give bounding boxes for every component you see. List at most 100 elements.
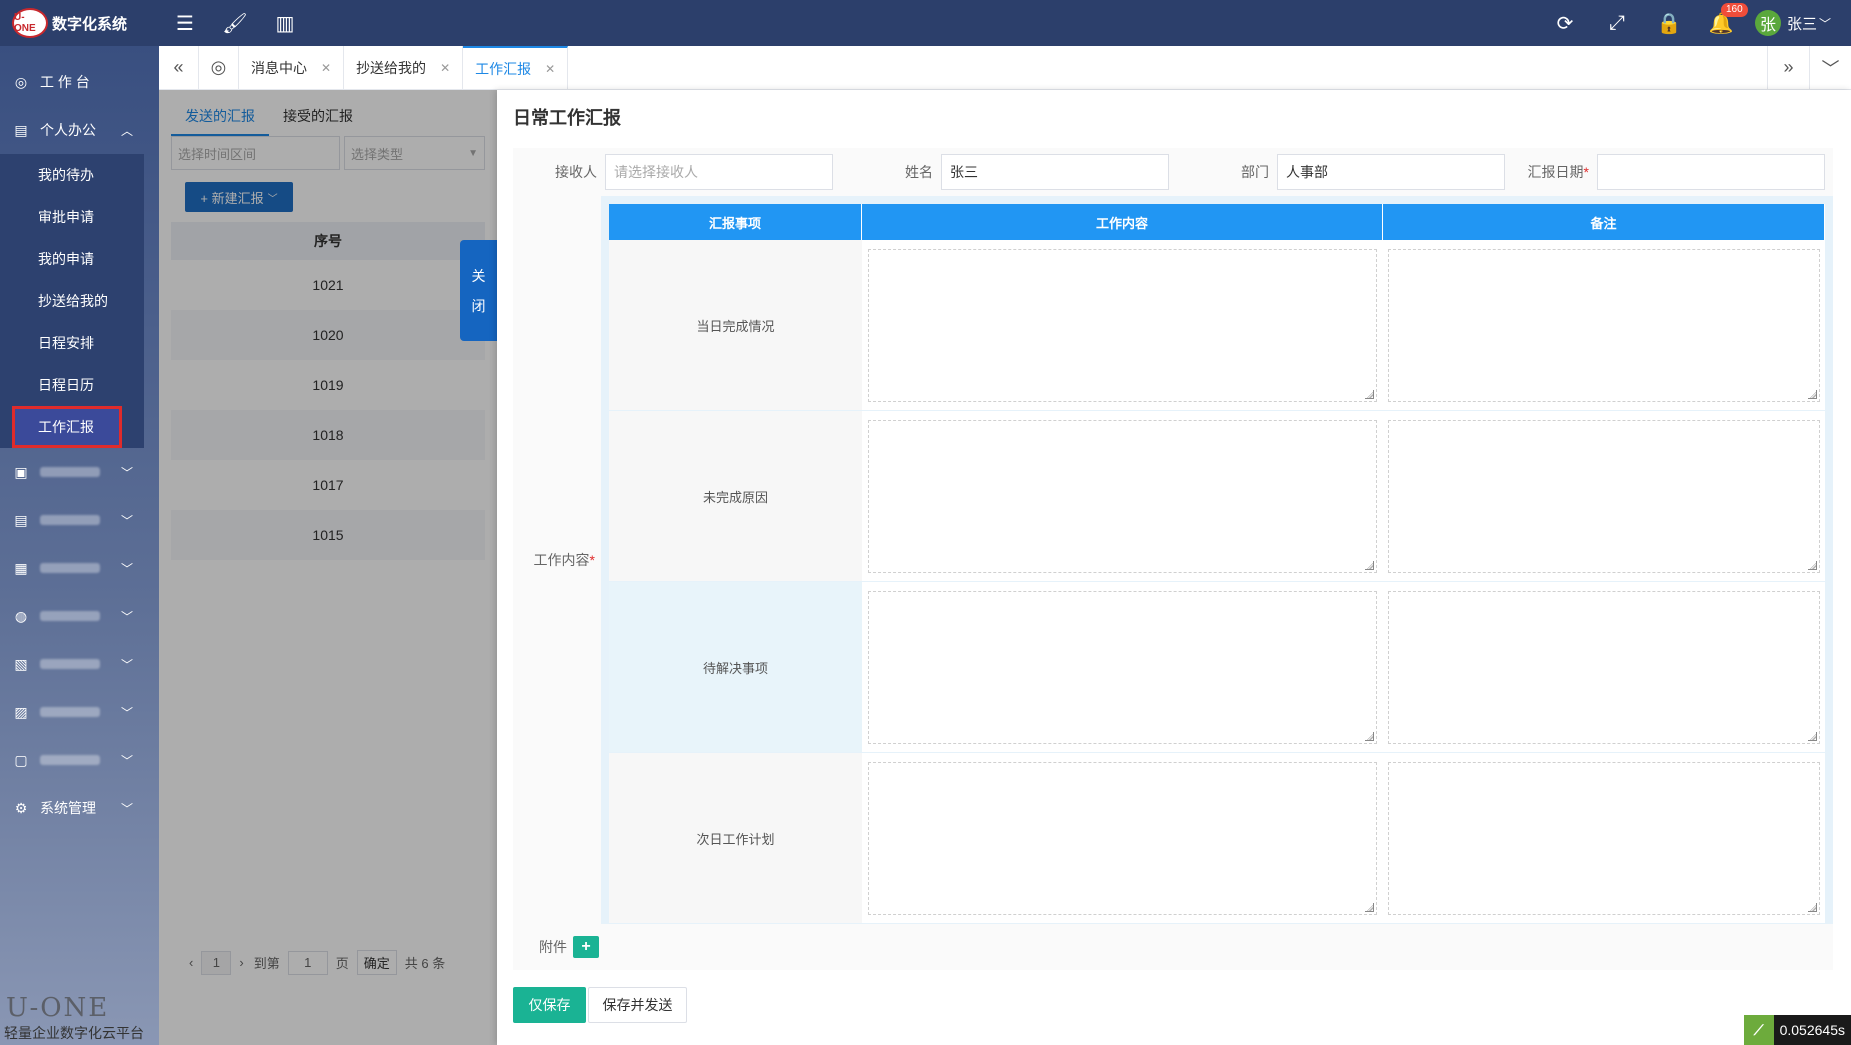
sidebar-footer: U-ONE 轻量企业数字化云平台	[0, 993, 159, 1045]
chevron-down-icon: ﹀	[1818, 16, 1831, 31]
close-icon[interactable]: ✕	[545, 62, 555, 76]
notification-badge: 160	[1720, 3, 1748, 17]
report-header-form: 接收人 请选择接收人 姓名 张三 部门 人事部 汇报日期*	[513, 148, 1833, 196]
user-menu[interactable]: 张 张三 ﹀	[1747, 10, 1851, 36]
report-drawer: 日常工作汇报 接收人 请选择接收人 姓名 张三 部门 人事部 汇报日期* 工作内…	[497, 90, 1851, 1045]
sidebar-item-personal-office[interactable]: ▤ 个人办公 ︿	[0, 106, 159, 154]
drawer-overlay[interactable]	[159, 90, 497, 1045]
dept-label: 部门	[1241, 164, 1269, 180]
chevron-down-icon: ﹀	[120, 657, 133, 672]
content-textarea[interactable]	[868, 590, 1377, 744]
dashboard-icon: ◎	[14, 73, 28, 90]
blurred-label	[40, 659, 100, 669]
layout-icon[interactable]: ▥	[260, 0, 310, 46]
remark-textarea[interactable]	[1388, 248, 1820, 402]
scroll-right-icon[interactable]: »	[1767, 46, 1809, 89]
database-icon: ◍	[14, 607, 28, 624]
row-label: 次日工作计划	[609, 753, 862, 923]
remark-textarea[interactable]	[1388, 419, 1820, 573]
sidebar-item-blurred-2[interactable]: ▤ ﹀	[0, 496, 159, 544]
receiver-label: 接收人	[555, 164, 597, 180]
chevron-down-icon: ﹀	[120, 513, 133, 528]
content-textarea[interactable]	[868, 248, 1377, 402]
column-header-remark: 备注	[1383, 204, 1825, 240]
sidebar-item-blurred-7[interactable]: ▢ ﹀	[0, 736, 159, 784]
chevron-down-icon: ﹀	[120, 753, 133, 768]
report-date-label: 汇报日期*	[1505, 162, 1597, 182]
sidebar-item-blurred-3[interactable]: ▦ ﹀	[0, 544, 159, 592]
top-bar: U-ONE 数字化系统 ☰ 🖌 ▥ ⟳ ⤢ 🔒 🔔 160 张 张三 ﹀	[0, 0, 1851, 46]
grid-row-next-day-plan: 次日工作计划	[609, 753, 1825, 924]
home-tab-icon[interactable]: ◎	[199, 46, 239, 89]
required-mark: *	[1583, 164, 1589, 180]
chevron-down-icon: ﹀	[120, 801, 133, 816]
bell-icon[interactable]: 🔔 160	[1695, 0, 1748, 46]
add-attachment-button[interactable]: +	[573, 936, 599, 958]
sidebar-item-approval-apply[interactable]: 审批申请	[0, 196, 144, 238]
calendar-icon: ▤	[14, 121, 28, 138]
close-drawer-button[interactable]: 关 闭	[460, 240, 497, 341]
sidebar-item-blurred-1[interactable]: ▣ ﹀	[0, 448, 159, 496]
brand[interactable]: U-ONE 数字化系统	[0, 0, 160, 46]
board-icon: ▢	[14, 751, 28, 768]
admin-icon: ▧	[14, 655, 28, 672]
remark-textarea[interactable]	[1388, 590, 1820, 744]
remark-textarea[interactable]	[1388, 761, 1820, 915]
tab-label: 消息中心	[251, 59, 307, 76]
column-header-content: 工作内容	[862, 204, 1383, 240]
row-label: 当日完成情况	[609, 240, 862, 410]
content-textarea[interactable]	[868, 761, 1377, 915]
save-only-button[interactable]: 仅保存	[513, 987, 586, 1023]
dept-input[interactable]: 人事部	[1277, 154, 1505, 190]
lock-icon[interactable]: 🔒	[1643, 0, 1695, 46]
sidebar-item-cc-to-me[interactable]: 抄送给我的	[0, 280, 144, 322]
close-char-1: 关	[471, 267, 486, 284]
sidebar-item-workbench[interactable]: ◎ 工 作 台	[0, 58, 159, 106]
tab-label: 抄送给我的	[356, 59, 427, 76]
blurred-label	[40, 755, 100, 765]
sidebar-item-my-todo[interactable]: 我的待办	[0, 154, 144, 196]
image-icon: ▣	[14, 463, 28, 480]
blurred-label	[40, 611, 100, 621]
grid-row-done-today: 当日完成情况	[609, 240, 1825, 411]
name-label: 姓名	[905, 164, 933, 180]
leaf-icon: ⟋	[1743, 1015, 1774, 1045]
sidebar-item-blurred-6[interactable]: ▨ ﹀	[0, 688, 159, 736]
required-mark: *	[589, 552, 595, 568]
sidebar-item-calendar[interactable]: 日程日历	[0, 364, 144, 406]
work-content-label-text: 工作内容	[533, 552, 590, 568]
grid-row-pending-issues: 待解决事项	[609, 582, 1825, 753]
chevron-down-icon: ﹀	[120, 561, 133, 576]
receiver-input[interactable]: 请选择接收人	[605, 154, 833, 190]
brush-icon[interactable]: 🖌	[210, 0, 260, 46]
tab-cc-to-me[interactable]: 抄送给我的 ✕	[344, 46, 464, 89]
scroll-left-icon[interactable]: «	[159, 46, 199, 89]
sidebar-item-system-manage[interactable]: ⚙ 系统管理 ﹀	[0, 784, 159, 832]
close-icon[interactable]: ✕	[440, 61, 450, 75]
name-input[interactable]: 张三	[941, 154, 1169, 190]
tab-message-center[interactable]: 消息中心 ✕	[239, 46, 345, 89]
content-textarea[interactable]	[868, 419, 1377, 573]
chevron-down-icon: ﹀	[120, 465, 133, 480]
work-content-label: 工作内容 *	[513, 196, 601, 924]
chevron-down-icon: ﹀	[120, 705, 133, 720]
user-name: 张三	[1786, 15, 1817, 33]
sidebar-item-work-report[interactable]: 工作汇报	[12, 406, 122, 448]
menu-toggle-icon[interactable]: ☰	[160, 0, 210, 46]
tabs-dropdown-icon[interactable]: ﹀	[1809, 46, 1851, 89]
load-timer: ⟋ 0.052645s	[1743, 1015, 1851, 1045]
close-icon[interactable]: ✕	[321, 61, 331, 75]
sidebar-item-label: 系统管理	[40, 800, 96, 816]
footer-slogan: 轻量企业数字化云平台	[4, 1025, 144, 1041]
work-content-grid: 汇报事项 工作内容 备注 当日完成情况 未完成原因 待解决事项 次日工作计划	[601, 196, 1833, 924]
sidebar-item-blurred-5[interactable]: ▧ ﹀	[0, 640, 159, 688]
tab-work-report[interactable]: 工作汇报 ✕	[463, 46, 569, 89]
fullscreen-icon[interactable]: ⤢	[1591, 0, 1643, 46]
report-date-input[interactable]	[1597, 154, 1825, 190]
report-date-label-text: 汇报日期	[1527, 164, 1584, 180]
sidebar-item-blurred-4[interactable]: ◍ ﹀	[0, 592, 159, 640]
sidebar-item-my-apply[interactable]: 我的申请	[0, 238, 144, 280]
save-and-send-button[interactable]: 保存并发送	[588, 987, 687, 1023]
sidebar-item-schedule[interactable]: 日程安排	[0, 322, 144, 364]
refresh-icon[interactable]: ⟳	[1539, 0, 1591, 46]
